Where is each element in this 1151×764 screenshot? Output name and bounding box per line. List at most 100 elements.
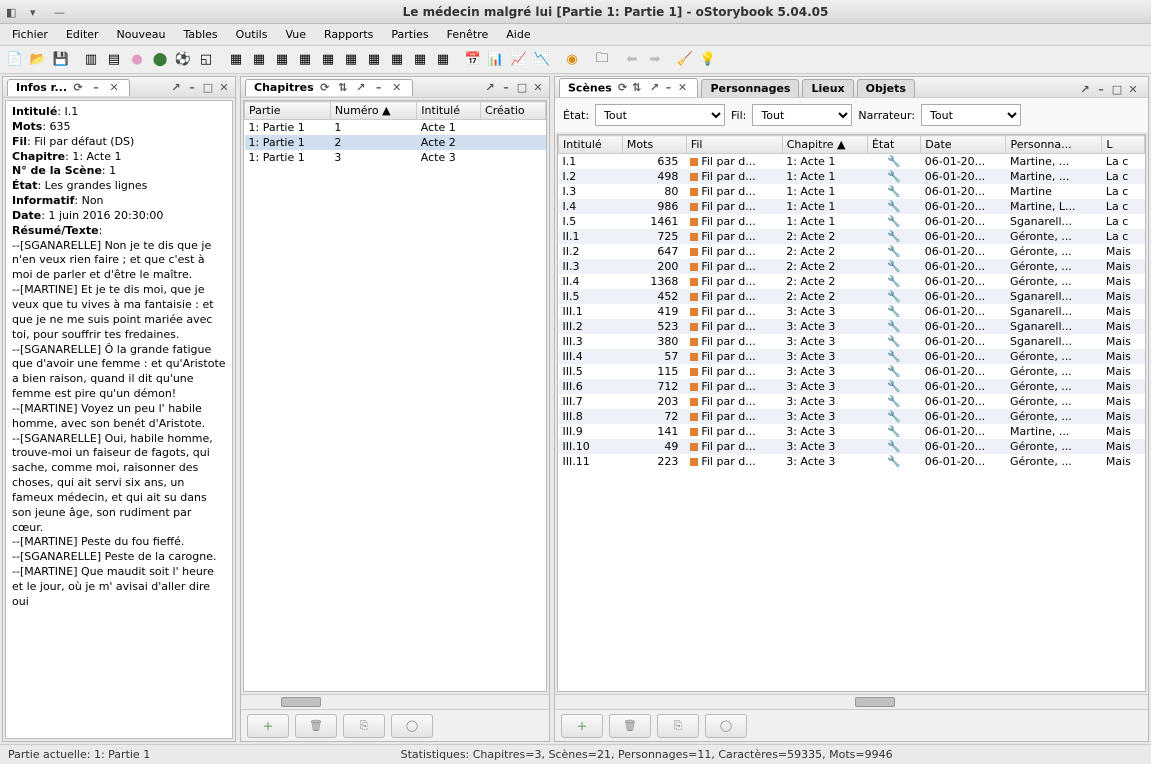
window-menu-icon[interactable]: ◧ — [6, 6, 18, 18]
filter-narrateur-select[interactable]: Tout — [921, 104, 1021, 126]
tool-grid2-icon[interactable]: ▦ — [248, 49, 270, 71]
tool-chart2-icon[interactable]: 📈 — [508, 49, 530, 71]
tool-view1-icon[interactable]: ▥ — [80, 49, 102, 71]
table-row[interactable]: III.872Fil par d...3: Acte 3🔧06-01-20...… — [559, 409, 1145, 424]
menu-outils[interactable]: Outils — [228, 26, 276, 43]
menu-tables[interactable]: Tables — [175, 26, 225, 43]
panel-max-icon[interactable]: □ — [1110, 83, 1124, 97]
tool-spiral-icon[interactable]: ◉ — [561, 49, 583, 71]
tool-person-icon[interactable]: ● — [126, 49, 148, 71]
tool-grid1-icon[interactable]: ▦ — [225, 49, 247, 71]
sort-icon[interactable]: ⇅ — [336, 81, 350, 95]
delete-button[interactable]: 🗑 — [609, 714, 651, 738]
refresh-icon[interactable]: ⟳ — [71, 81, 85, 95]
globe-button[interactable]: ◯ — [705, 714, 747, 738]
tab-lieux[interactable]: Lieux — [802, 79, 853, 97]
table-row[interactable]: II.41368Fil par d...2: Acte 2🔧06-01-20..… — [559, 274, 1145, 289]
tool-location-icon[interactable]: ⬤ — [149, 49, 171, 71]
panel-ext-icon[interactable]: ↗ — [483, 80, 497, 94]
panel-min-icon[interactable]: – — [499, 80, 513, 94]
sort-icon[interactable]: ⇅ — [630, 81, 644, 95]
scenes-table[interactable]: Intitulé Mots Fil Chapitre ▲ État Date P… — [558, 135, 1145, 469]
tool-grid4-icon[interactable]: ▦ — [294, 49, 316, 71]
table-row[interactable]: I.4986Fil par d...1: Acte 1🔧06-01-20...M… — [559, 199, 1145, 214]
tool-grid-tag-icon[interactable]: ▦ — [386, 49, 408, 71]
close-icon[interactable]: ✕ — [107, 81, 121, 95]
table-row[interactable]: 1: Partie 12Acte 2 — [245, 135, 546, 150]
refresh-icon[interactable]: ⟳ — [318, 81, 332, 95]
table-row[interactable]: I.1635Fil par d...1: Acte 1🔧06-01-20...M… — [559, 154, 1145, 170]
tool-back-icon[interactable]: ⬅ — [621, 49, 643, 71]
chapitres-table[interactable]: Partie Numéro ▲ Intitulé Créatio 1: Part… — [244, 101, 546, 165]
panel-ext-icon[interactable]: ↗ — [1078, 83, 1092, 97]
ext-icon[interactable]: ↗ — [354, 81, 368, 95]
table-row[interactable]: I.51461Fil par d...1: Acte 1🔧06-01-20...… — [559, 214, 1145, 229]
table-row[interactable]: I.380Fil par d...1: Acte 1🔧06-01-20...Ma… — [559, 184, 1145, 199]
tool-idea-icon[interactable]: 💡 — [697, 49, 719, 71]
window-minimize-icon[interactable]: ▾ — [30, 6, 42, 18]
menu-rapports[interactable]: Rapports — [316, 26, 381, 43]
tool-chart-icon[interactable]: 📊 — [485, 49, 507, 71]
tab-scenes[interactable]: Scènes ⟳⇅ ↗–✕ — [559, 78, 698, 97]
table-row[interactable]: III.5115Fil par d...3: Acte 3🔧06-01-20..… — [559, 364, 1145, 379]
chapitres-hscroll[interactable] — [241, 694, 549, 709]
panel-max-icon[interactable]: □ — [201, 80, 215, 94]
tool-grid-person-icon[interactable]: ▦ — [317, 49, 339, 71]
copy-button[interactable]: ⎘ — [657, 714, 699, 738]
panel-close-icon[interactable]: ✕ — [1126, 83, 1140, 97]
panel-max-icon[interactable]: □ — [515, 80, 529, 94]
table-row[interactable]: III.6712Fil par d...3: Acte 3🔧06-01-20..… — [559, 379, 1145, 394]
globe-button[interactable]: ◯ — [391, 714, 433, 738]
tool-forward-icon[interactable]: ➡ — [644, 49, 666, 71]
refresh-icon[interactable]: ⟳ — [616, 81, 630, 95]
table-row[interactable]: 1: Partie 11Acte 1 — [245, 120, 546, 136]
menu-fichier[interactable]: Fichier — [4, 26, 56, 43]
scenes-hscroll[interactable] — [555, 694, 1148, 709]
tool-grid5-icon[interactable]: ▦ — [409, 49, 431, 71]
panel-close-icon[interactable]: ✕ — [217, 80, 231, 94]
menu-nouveau[interactable]: Nouveau — [109, 26, 174, 43]
tool-open-icon[interactable]: 📂 — [27, 49, 49, 71]
filter-fil-select[interactable]: Tout — [752, 104, 852, 126]
panel-min-icon[interactable]: – — [1094, 83, 1108, 97]
table-row[interactable]: III.9141Fil par d...3: Acte 3🔧06-01-20..… — [559, 424, 1145, 439]
table-row[interactable]: III.457Fil par d...3: Acte 3🔧06-01-20...… — [559, 349, 1145, 364]
table-row[interactable]: I.2498Fil par d...1: Acte 1🔧06-01-20...M… — [559, 169, 1145, 184]
tool-grid-obj-icon[interactable]: ▦ — [363, 49, 385, 71]
pin-icon[interactable]: – — [89, 81, 103, 95]
table-row[interactable]: III.3380Fil par d...3: Acte 3🔧06-01-20..… — [559, 334, 1145, 349]
tool-brush-icon[interactable]: 🧹 — [674, 49, 696, 71]
add-button[interactable]: ＋ — [561, 714, 603, 738]
tool-object-icon[interactable]: ⚽ — [172, 49, 194, 71]
delete-button[interactable]: 🗑 — [295, 714, 337, 738]
tool-chart3-icon[interactable]: 📉 — [531, 49, 553, 71]
menu-fenetre[interactable]: Fenêtre — [439, 26, 497, 43]
close-icon[interactable]: ✕ — [675, 81, 689, 95]
ext-icon[interactable]: ↗ — [647, 81, 661, 95]
table-row[interactable]: III.1049Fil par d...3: Acte 3🔧06-01-20..… — [559, 439, 1145, 454]
close-icon[interactable]: ✕ — [390, 81, 404, 95]
table-row[interactable]: III.2523Fil par d...3: Acte 3🔧06-01-20..… — [559, 319, 1145, 334]
add-button[interactable]: ＋ — [247, 714, 289, 738]
tool-grid-loc-icon[interactable]: ▦ — [340, 49, 362, 71]
panel-min-icon[interactable]: – — [185, 80, 199, 94]
window-restore-icon[interactable]: — — [54, 6, 66, 18]
tool-grid6-icon[interactable]: ▦ — [432, 49, 454, 71]
tab-personnages[interactable]: Personnages — [701, 79, 799, 97]
table-row[interactable]: II.3200Fil par d...2: Acte 2🔧06-01-20...… — [559, 259, 1145, 274]
menu-editer[interactable]: Editer — [58, 26, 107, 43]
panel-ext-icon[interactable]: ↗ — [169, 80, 183, 94]
tab-objets[interactable]: Objets — [857, 79, 915, 97]
menu-parties[interactable]: Parties — [383, 26, 436, 43]
table-row[interactable]: II.2647Fil par d...2: Acte 2🔧06-01-20...… — [559, 244, 1145, 259]
table-row[interactable]: III.1419Fil par d...3: Acte 3🔧06-01-20..… — [559, 304, 1145, 319]
filter-etat-select[interactable]: Tout — [595, 104, 725, 126]
tool-calendar-icon[interactable]: 📅 — [462, 49, 484, 71]
pin-icon[interactable]: – — [661, 81, 675, 95]
tool-view2-icon[interactable]: ▤ — [103, 49, 125, 71]
table-row[interactable]: III.11223Fil par d...3: Acte 3🔧06-01-20.… — [559, 454, 1145, 469]
pin-icon[interactable]: – — [372, 81, 386, 95]
copy-button[interactable]: ⎘ — [343, 714, 385, 738]
tool-save-icon[interactable]: 💾 — [50, 49, 72, 71]
tool-tag-icon[interactable]: ◱ — [195, 49, 217, 71]
